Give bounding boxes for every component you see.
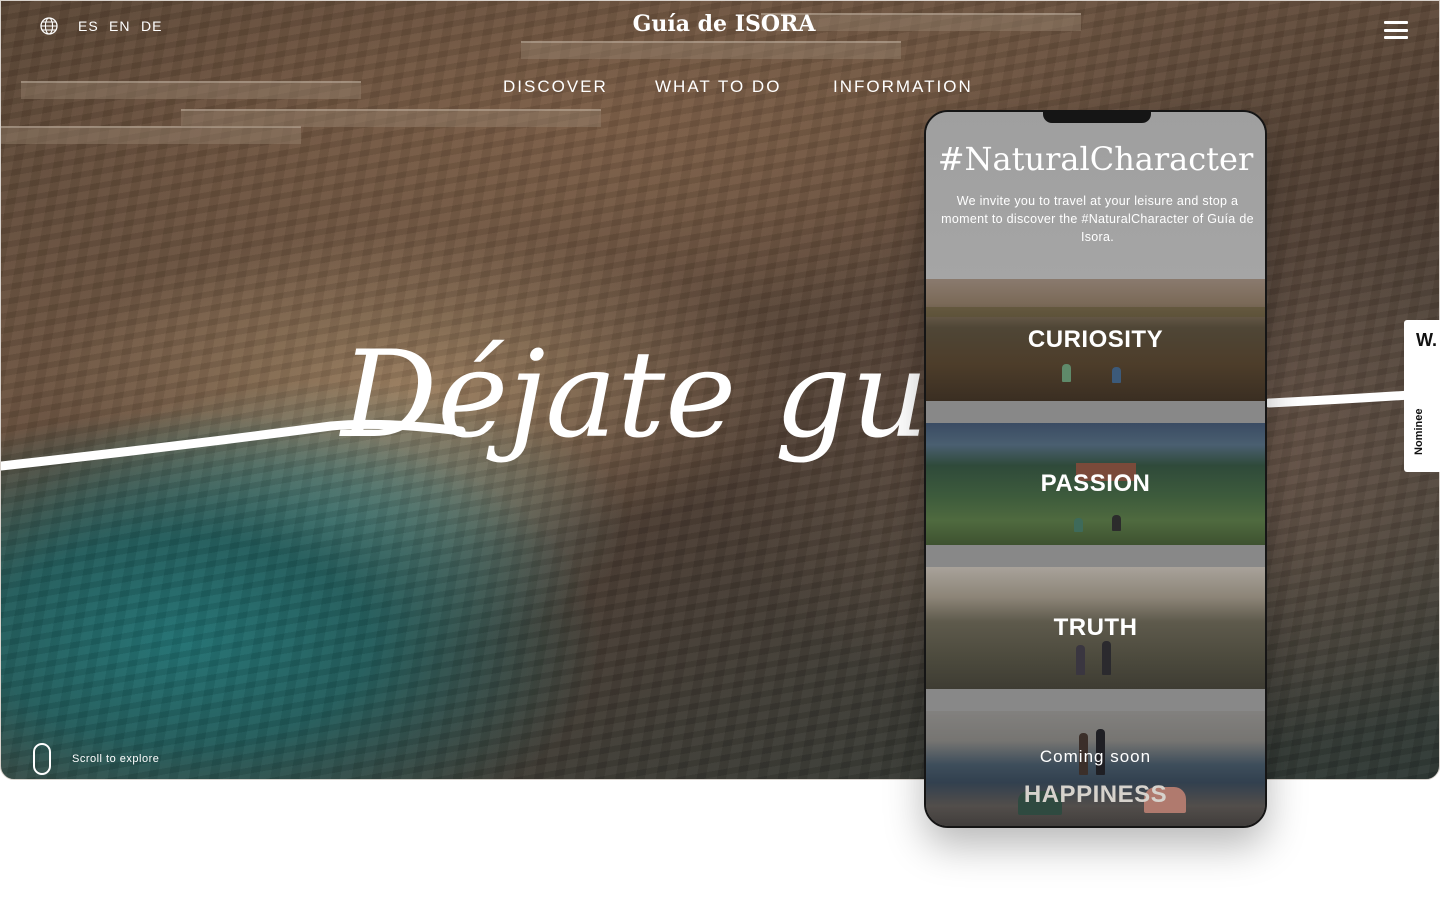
site-logo[interactable]: Guía de ISORA [621, 11, 827, 37]
card-truth[interactable]: TRUTH [926, 567, 1265, 689]
card-happiness[interactable]: Coming soon HAPPINESS [926, 711, 1265, 826]
scroll-indicator[interactable]: Scroll to explore [33, 743, 159, 775]
phone-title: #NaturalCharacter [937, 140, 1254, 178]
phone-intro: We invite you to travel at your leisure … [941, 194, 1254, 244]
phone-mockup: #NaturalCharacter We invite you to trave… [924, 110, 1267, 828]
award-logo: W. [1416, 330, 1437, 350]
language-en[interactable]: EN [109, 18, 130, 34]
card-passion[interactable]: PASSION [926, 423, 1265, 545]
coming-soon-label: Coming soon [1039, 747, 1152, 766]
nav-discover[interactable]: DISCOVER [503, 77, 608, 97]
top-bar: ES EN DE Guía de ISORA [1, 1, 1439, 51]
nav-what-to-do[interactable]: WHAT TO DO [655, 77, 781, 97]
nav-information[interactable]: INFORMATION [833, 77, 973, 97]
card-label: TRUTH [1053, 614, 1138, 641]
scroll-label: Scroll to explore [72, 753, 160, 765]
mouse-icon [33, 743, 51, 775]
card-label: PASSION [1040, 470, 1151, 497]
award-label: Nominee [1413, 408, 1425, 455]
card-label: CURIOSITY [1027, 326, 1164, 353]
phone-header: #NaturalCharacter We invite you to trave… [926, 112, 1265, 279]
card-label: HAPPINESS [1023, 781, 1168, 808]
card-curiosity[interactable]: CURIOSITY [926, 279, 1265, 401]
globe-icon[interactable] [40, 17, 58, 35]
award-badge[interactable]: W. Nominee [1404, 320, 1440, 472]
hamburger-icon[interactable] [1384, 21, 1408, 39]
phone-notch [1043, 112, 1151, 123]
language-de[interactable]: DE [141, 18, 162, 34]
language-es[interactable]: ES [78, 18, 99, 34]
